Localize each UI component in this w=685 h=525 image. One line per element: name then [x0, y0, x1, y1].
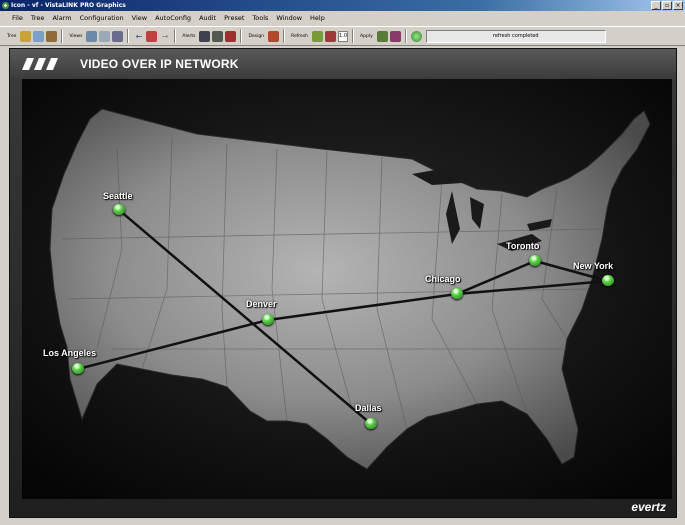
open-icon[interactable] — [33, 30, 45, 42]
minimize-button[interactable]: _ — [651, 1, 661, 10]
city-label-new-york: New York — [573, 261, 614, 271]
design-icon[interactable] — [268, 30, 280, 42]
menu-configuration[interactable]: Configuration — [76, 12, 128, 25]
status-message: refresh completed — [425, 29, 606, 43]
zoom-field[interactable]: 1.0 — [338, 30, 349, 42]
node-seattle[interactable] — [113, 204, 125, 215]
grid-icon[interactable] — [199, 30, 211, 42]
apply-icon[interactable] — [376, 30, 388, 42]
window-controls: _ ▫ × — [651, 1, 683, 10]
alarm-icon[interactable] — [225, 30, 237, 42]
menu-file[interactable]: File — [8, 12, 27, 25]
design-label: Design — [248, 33, 265, 39]
restore-button[interactable]: ▫ — [662, 1, 672, 10]
window-title-bar[interactable]: Icon - vf - VistaLINK PRO Graphics _ ▫ × — [0, 0, 685, 11]
refresh-label: Refresh — [291, 33, 309, 39]
menu-help[interactable]: Help — [306, 12, 329, 25]
toolbar-separator — [404, 29, 407, 43]
stop-icon[interactable] — [325, 30, 337, 42]
toolbar-separator — [174, 29, 177, 43]
close-button[interactable]: × — [673, 1, 683, 10]
node-los-angeles[interactable] — [72, 363, 84, 374]
menu-view[interactable]: View — [128, 12, 151, 25]
menu-preset[interactable]: Preset — [220, 12, 248, 25]
node-chicago[interactable] — [451, 288, 463, 299]
toolbar: Tree Views ← → Alerts Design Refresh 1.0… — [0, 26, 685, 46]
apply-label: Apply — [360, 33, 373, 39]
layout-icon[interactable] — [112, 30, 124, 42]
tree-icon[interactable] — [20, 30, 32, 42]
us-map: Seattle Los Angeles Denver Dallas Chicag… — [22, 79, 672, 499]
status-ok-icon — [410, 30, 422, 42]
brand-logo: evertz — [631, 500, 666, 514]
panel-header: VIDEO OVER IP NETWORK — [10, 49, 676, 79]
toolbar-separator — [352, 29, 355, 43]
menu-tree[interactable]: Tree — [27, 12, 49, 25]
tree-label: Tree — [7, 33, 17, 39]
panel-title: VIDEO OVER IP NETWORK — [80, 57, 239, 71]
node-denver[interactable] — [262, 314, 274, 325]
brand-stripes-icon — [22, 58, 58, 70]
back-arrow-icon[interactable]: ← — [133, 31, 144, 42]
views-label: Views — [69, 33, 83, 39]
menu-alarm[interactable]: Alarm — [48, 12, 75, 25]
city-label-seattle: Seattle — [103, 191, 133, 201]
grid-icon[interactable] — [212, 30, 224, 42]
city-label-denver: Denver — [246, 299, 277, 309]
zoom-icon[interactable] — [99, 30, 111, 42]
toolbar-separator — [240, 29, 243, 43]
window-title: Icon - vf - VistaLINK PRO Graphics — [11, 2, 126, 9]
app-icon — [2, 2, 9, 9]
apply-all-icon[interactable] — [389, 30, 401, 42]
city-label-los-angeles: Los Angeles — [43, 348, 97, 358]
city-label-chicago: Chicago — [425, 274, 461, 284]
node-toronto[interactable] — [529, 255, 541, 266]
city-label-toronto: Toronto — [506, 241, 540, 251]
folder-icon[interactable] — [46, 30, 58, 42]
menu-tools[interactable]: Tools — [248, 12, 272, 25]
toolbar-separator — [61, 29, 64, 43]
map-panel: VIDEO OVER IP NETWORK Seattle Los Angele… — [9, 48, 677, 518]
city-label-dallas: Dallas — [355, 403, 382, 413]
forward-arrow-icon[interactable]: → — [159, 31, 170, 42]
toolbar-separator — [127, 29, 130, 43]
menu-audit[interactable]: Audit — [195, 12, 220, 25]
menu-bar: File Tree Alarm Configuration View AutoC… — [0, 12, 685, 25]
node-new-york[interactable] — [602, 275, 614, 286]
menu-autoconfig[interactable]: AutoConfig — [151, 12, 195, 25]
toolbar-separator — [283, 29, 286, 43]
pencil-icon[interactable] — [146, 30, 158, 42]
map-graphic — [22, 79, 672, 499]
node-dallas[interactable] — [365, 418, 377, 429]
view-icon[interactable] — [86, 30, 98, 42]
refresh-icon[interactable] — [312, 30, 324, 42]
alerts-label: Alerts — [182, 33, 196, 39]
menu-window[interactable]: Window — [272, 12, 306, 25]
